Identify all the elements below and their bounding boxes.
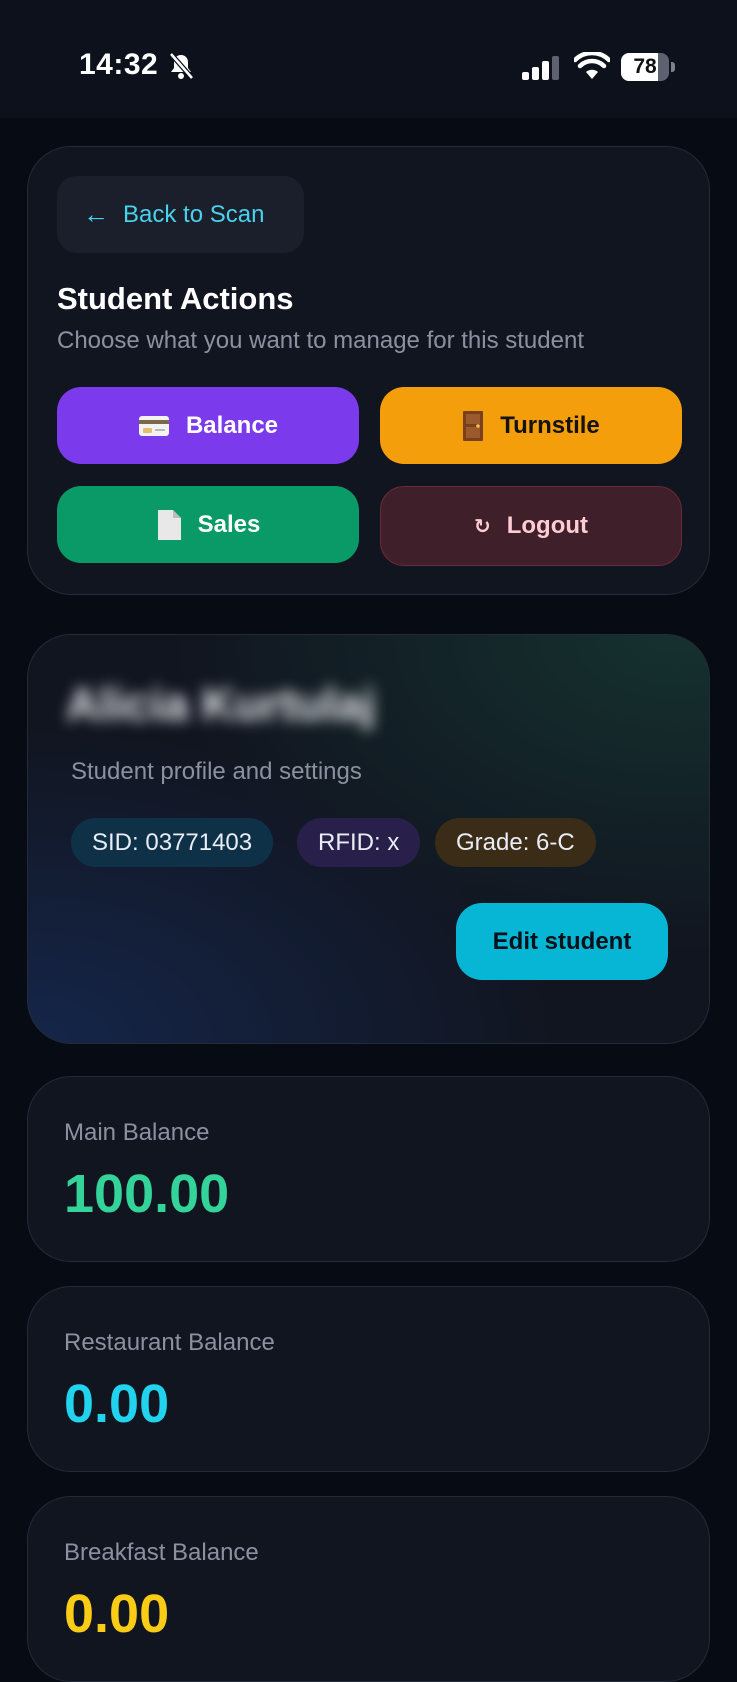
- student-actions-card: ← Back to Scan Student Actions Choose wh…: [27, 146, 710, 595]
- balance-button-label: Balance: [185, 411, 279, 439]
- sales-button[interactable]: Sales: [57, 486, 359, 563]
- door-icon: [462, 410, 484, 442]
- battery-nub: [671, 62, 675, 72]
- sid-badge: SID: 03771403: [71, 818, 274, 867]
- status-bar: 14:32 78: [0, 0, 737, 118]
- credit-card-icon: [138, 414, 170, 438]
- wifi-icon: [574, 52, 610, 79]
- breakfast-balance-value: 0.00: [64, 1584, 170, 1644]
- turnstile-button-label: Turnstile: [500, 411, 600, 439]
- logout-button-label: Logout: [506, 512, 589, 539]
- breakfast-balance-card: Breakfast Balance 0.00: [27, 1496, 710, 1682]
- refresh-icon: ↻: [473, 515, 491, 538]
- bell-muted-icon: [169, 52, 194, 80]
- turnstile-button[interactable]: Turnstile: [380, 387, 682, 464]
- cellular-signal-icon: [522, 56, 559, 80]
- restaurant-balance-card: Restaurant Balance 0.00: [27, 1286, 710, 1472]
- restaurant-balance-value: 0.00: [64, 1374, 170, 1434]
- back-to-scan-button[interactable]: ← Back to Scan: [57, 176, 304, 253]
- breakfast-balance-label: Breakfast Balance: [64, 1539, 259, 1566]
- student-name: Alicia Kurtulaj: [66, 678, 376, 730]
- main-balance-value: 100.00: [64, 1164, 230, 1224]
- profile-subtitle: Student profile and settings: [71, 758, 362, 785]
- sales-button-label: Sales: [197, 510, 261, 538]
- student-actions-subtitle: Choose what you want to manage for this …: [57, 327, 584, 354]
- student-profile-card: Alicia Kurtulaj Student profile and sett…: [27, 634, 710, 1044]
- status-time: 14:32: [79, 48, 159, 81]
- restaurant-balance-label: Restaurant Balance: [64, 1329, 275, 1356]
- logout-button[interactable]: ↻ Logout: [380, 486, 682, 566]
- grade-badge: Grade: 6-C: [435, 818, 596, 867]
- main-balance-card: Main Balance 100.00: [27, 1076, 710, 1262]
- student-actions-title: Student Actions: [57, 281, 294, 316]
- battery-level: 78: [633, 55, 657, 78]
- arrow-left-icon: ←: [83, 199, 109, 229]
- back-to-scan-label: Back to Scan: [123, 200, 265, 228]
- balance-button[interactable]: Balance: [57, 387, 359, 464]
- edit-student-button[interactable]: Edit student: [456, 903, 668, 980]
- document-icon: [156, 509, 182, 541]
- main-balance-label: Main Balance: [64, 1119, 210, 1146]
- rfid-badge: RFID: x: [297, 818, 421, 867]
- battery-icon: 78: [621, 53, 669, 81]
